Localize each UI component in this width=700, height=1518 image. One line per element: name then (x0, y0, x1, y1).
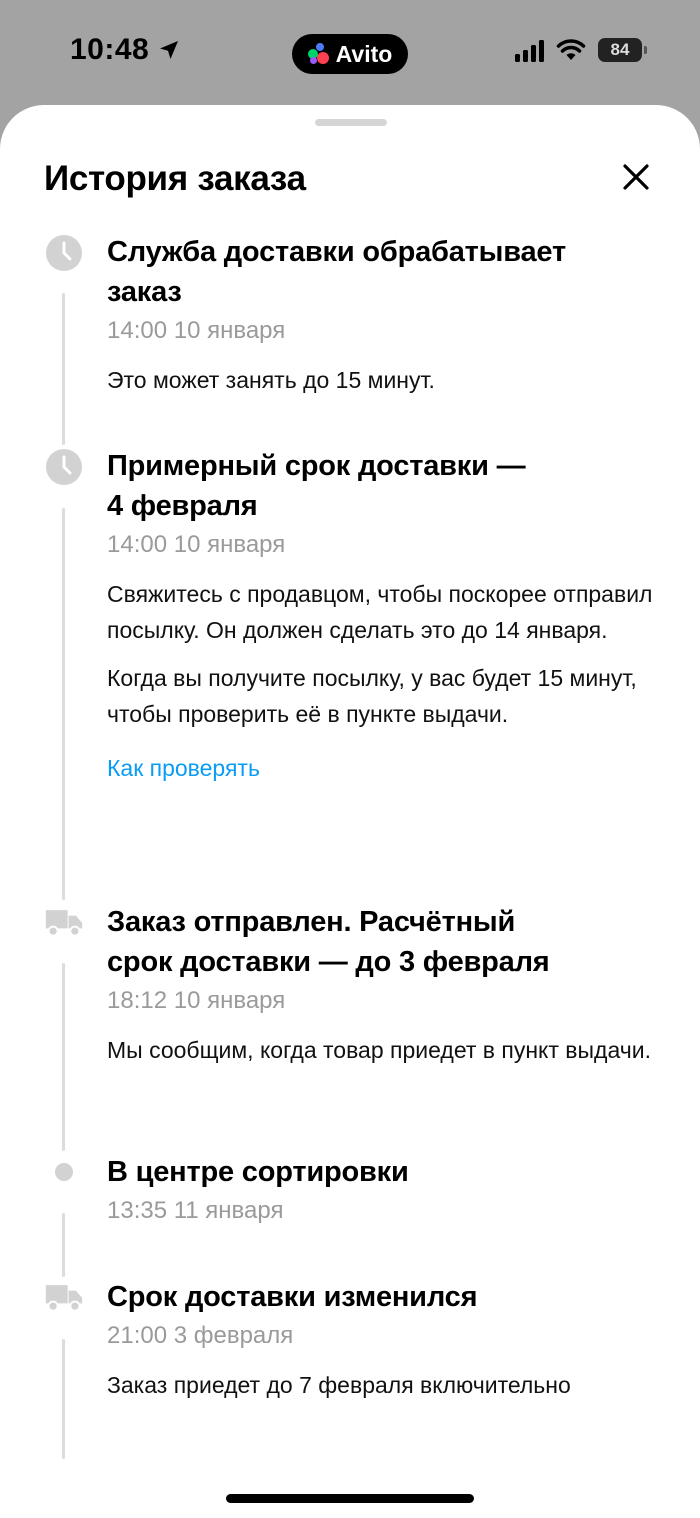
clock-icon (44, 447, 84, 487)
sheet-grabber[interactable] (315, 119, 387, 126)
event-time: 14:00 10 января (107, 317, 286, 344)
clock-text: 10:48 (70, 33, 150, 66)
event-title-line: Заказ отправлен. Расчётный (107, 906, 516, 938)
event-title-line: В центре сортировки (107, 1156, 409, 1188)
timeline-event: В центре сортировки 13:35 11 января (107, 1152, 667, 1228)
event-description: Свяжитесь с продавцом, чтобы поскорее от… (107, 581, 653, 643)
event-title-line: 4 февраля (107, 490, 258, 522)
timeline-connector (62, 1339, 65, 1459)
event-time: 21:00 3 февраля (107, 1322, 294, 1349)
location-arrow-icon (160, 41, 179, 59)
close-icon (623, 164, 649, 190)
event-description: Заказ приедет до 7 февраля включительно (107, 1372, 571, 1398)
event-title-line: Срок доставки изменился (107, 1281, 478, 1313)
event-title-line: Служба доставки обрабатывает (107, 236, 566, 268)
event-time: 14:00 10 января (107, 531, 286, 558)
status-icons: 84 (515, 38, 647, 62)
event-title: Срок доставки изменился (107, 1277, 667, 1317)
how-to-check-link[interactable]: Как проверять (107, 750, 667, 786)
order-history-sheet: История заказа Служба доставки обрабатыв… (0, 105, 700, 1518)
clock-icon (44, 233, 84, 273)
timeline-connector (62, 963, 65, 1151)
timeline-connector (62, 1213, 65, 1277)
event-title-line: Примерный срок доставки — (107, 450, 526, 482)
dot-icon (44, 1152, 84, 1192)
event-title: Примерный срок доставки — 4 февраля (107, 446, 667, 526)
cellular-signal-icon (515, 38, 544, 62)
event-time: 13:35 11 января (107, 1197, 284, 1224)
wifi-icon (556, 39, 586, 60)
timeline-event: Срок доставки изменился 21:00 3 февраля … (107, 1277, 667, 1403)
app-pill-label: Avito (335, 40, 393, 67)
timeline-event: Служба доставки обрабатывает заказ 14:00… (107, 232, 667, 398)
event-description: Мы сообщим, когда товар приедет в пункт … (107, 1037, 651, 1063)
event-description: Когда вы получите посылку, у вас будет 1… (107, 665, 637, 727)
app-pill[interactable]: Avito (292, 34, 408, 74)
truck-icon (44, 902, 84, 942)
sheet-title: История заказа (44, 159, 306, 198)
battery-indicator: 84 (598, 38, 647, 62)
avito-logo-icon (307, 43, 330, 65)
event-title: Служба доставки обрабатывает заказ (107, 232, 667, 312)
timeline-event: Примерный срок доставки — 4 февраля 14:0… (107, 446, 667, 786)
event-time: 18:12 10 января (107, 987, 286, 1014)
status-bar: 10:48 Avito 84 (0, 0, 700, 105)
timeline-event: Заказ отправлен. Расчётный срок доставки… (107, 902, 667, 1068)
event-description: Это может занять до 15 минут. (107, 367, 435, 393)
close-button[interactable] (616, 157, 656, 197)
status-time: 10:48 (70, 33, 181, 67)
timeline-connector (62, 508, 65, 900)
home-indicator[interactable] (226, 1494, 474, 1503)
timeline-connector (62, 293, 65, 445)
event-title-line: заказ (107, 276, 182, 308)
event-title: Заказ отправлен. Расчётный срок доставки… (107, 902, 667, 982)
battery-level: 84 (610, 40, 630, 59)
event-title-line: срок доставки — до 3 февраля (107, 946, 550, 978)
truck-icon (44, 1277, 84, 1317)
event-title: В центре сортировки (107, 1152, 667, 1192)
